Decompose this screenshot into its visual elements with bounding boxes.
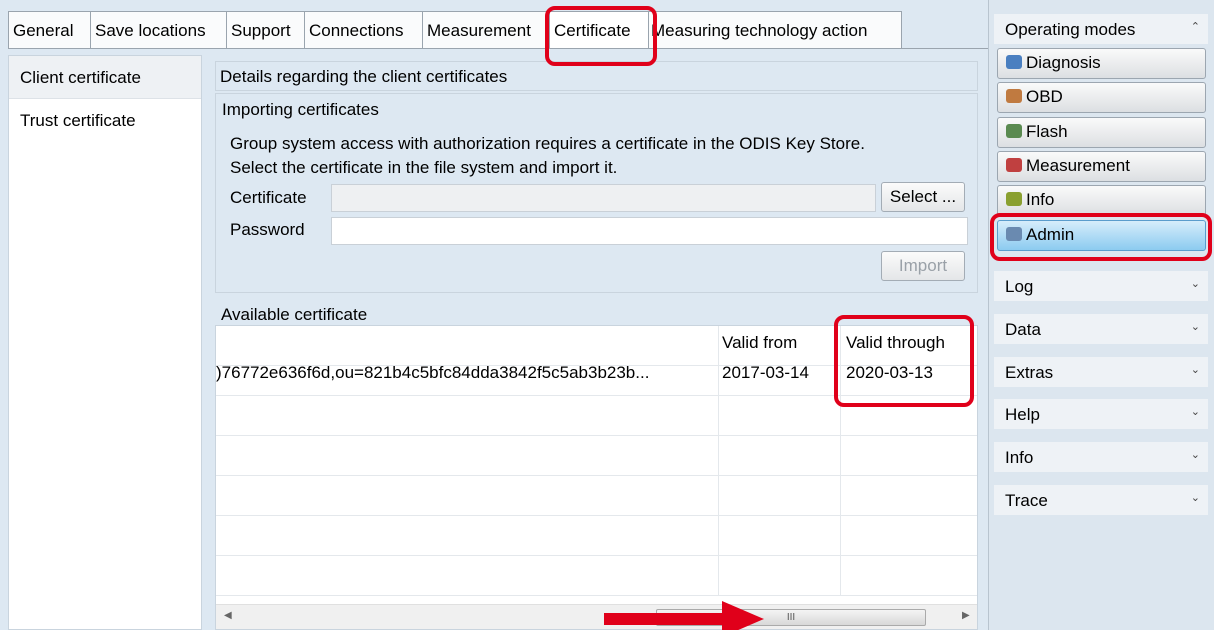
select-button[interactable]: Select ... (881, 182, 965, 212)
mode-button-obd[interactable]: OBD (997, 82, 1206, 113)
list-item-client-certificate[interactable]: Client certificate (9, 56, 201, 99)
mode-button-measurement[interactable]: Measurement (997, 151, 1206, 182)
import-group: Importing certificates Group system acce… (215, 93, 978, 293)
cell-subject: )76772e636f6d,ou=821b4c5bfc84dda3842f5c5… (216, 363, 650, 382)
password-label: Password (230, 220, 305, 239)
tab-underline (8, 48, 988, 49)
import-description: Group system access with authorization r… (230, 132, 865, 180)
import-group-title: Importing certificates (222, 100, 379, 119)
available-certificate-title: Available certificate (221, 305, 368, 324)
mode-label: OBD (1026, 87, 1063, 106)
mode-label: Measurement (1026, 156, 1130, 175)
highlight-valid-through (834, 315, 974, 407)
section-label: Data (1005, 320, 1041, 339)
password-field[interactable] (331, 217, 968, 245)
mode-label: Diagnosis (1026, 53, 1101, 72)
highlight-admin-button (990, 213, 1212, 261)
tab-measurement[interactable]: Measurement (422, 11, 550, 49)
mode-label: Flash (1026, 122, 1068, 141)
scroll-left-arrow-icon[interactable]: ◀ (224, 610, 232, 621)
expand-down-icon[interactable]: ⌄ (1191, 491, 1200, 504)
tab-general[interactable]: General (8, 11, 91, 49)
red-arrow-icon (604, 601, 764, 630)
tab-connections[interactable]: Connections (304, 11, 423, 49)
section-help[interactable]: Help ⌄ (994, 399, 1208, 429)
info-icon (1006, 192, 1022, 206)
section-label: Info (1005, 448, 1034, 467)
section-label: Trace (1005, 491, 1048, 510)
tab-support[interactable]: Support (226, 11, 305, 49)
right-sidebar: Operating modes ⌃ Diagnosis OBD Flash Me… (988, 0, 1214, 630)
measurement-icon (1006, 158, 1022, 172)
expand-down-icon[interactable]: ⌄ (1191, 277, 1200, 290)
list-item-trust-certificate[interactable]: Trust certificate (9, 99, 201, 142)
mode-label: Info (1026, 190, 1055, 209)
description-line-2: Select the certificate in the file syste… (230, 158, 618, 177)
table-row (216, 516, 977, 556)
horizontal-scrollbar[interactable]: ◀ III ▶ (216, 604, 977, 629)
operating-modes-title: Operating modes (1005, 20, 1136, 39)
expand-down-icon[interactable]: ⌄ (1191, 405, 1200, 418)
certificate-path-field[interactable] (331, 184, 876, 212)
certificate-label: Certificate (230, 188, 307, 207)
top-strip (0, 0, 988, 10)
collapse-up-icon[interactable]: ⌃ (1191, 20, 1200, 33)
table-row (216, 436, 977, 476)
obd-icon (1006, 89, 1022, 103)
table-row (216, 476, 977, 516)
section-info[interactable]: Info ⌄ (994, 442, 1208, 472)
expand-down-icon[interactable]: ⌄ (1191, 448, 1200, 461)
flash-icon (1006, 124, 1022, 138)
highlight-certificate-tab (545, 6, 657, 66)
tab-measuring-technology-action[interactable]: Measuring technology action (648, 11, 902, 49)
expand-down-icon[interactable]: ⌄ (1191, 363, 1200, 376)
mode-button-flash[interactable]: Flash (997, 117, 1206, 148)
scroll-right-arrow-icon[interactable]: ▶ (962, 610, 970, 621)
section-label: Extras (1005, 363, 1054, 382)
diagnosis-icon (1006, 55, 1022, 69)
section-label: Log (1005, 277, 1034, 296)
mode-button-diagnosis[interactable]: Diagnosis (997, 48, 1206, 79)
tab-bar: General Save locations Support Connectio… (8, 11, 902, 49)
certificate-type-list: Client certificate Trust certificate (8, 55, 202, 630)
section-log[interactable]: Log ⌄ (994, 271, 1208, 301)
mode-button-info[interactable]: Info (997, 185, 1206, 216)
expand-down-icon[interactable]: ⌄ (1191, 320, 1200, 333)
cell-valid-from: 2017-03-14 (722, 363, 809, 382)
import-button[interactable]: Import (881, 251, 965, 281)
table-row (216, 556, 977, 596)
description-line-1: Group system access with authorization r… (230, 134, 865, 153)
section-data[interactable]: Data ⌄ (994, 314, 1208, 344)
section-label: Help (1005, 405, 1040, 424)
section-extras[interactable]: Extras ⌄ (994, 357, 1208, 387)
tab-save-locations[interactable]: Save locations (90, 11, 227, 49)
section-trace[interactable]: Trace ⌄ (994, 485, 1208, 515)
operating-modes-header[interactable]: Operating modes ⌃ (994, 14, 1208, 44)
